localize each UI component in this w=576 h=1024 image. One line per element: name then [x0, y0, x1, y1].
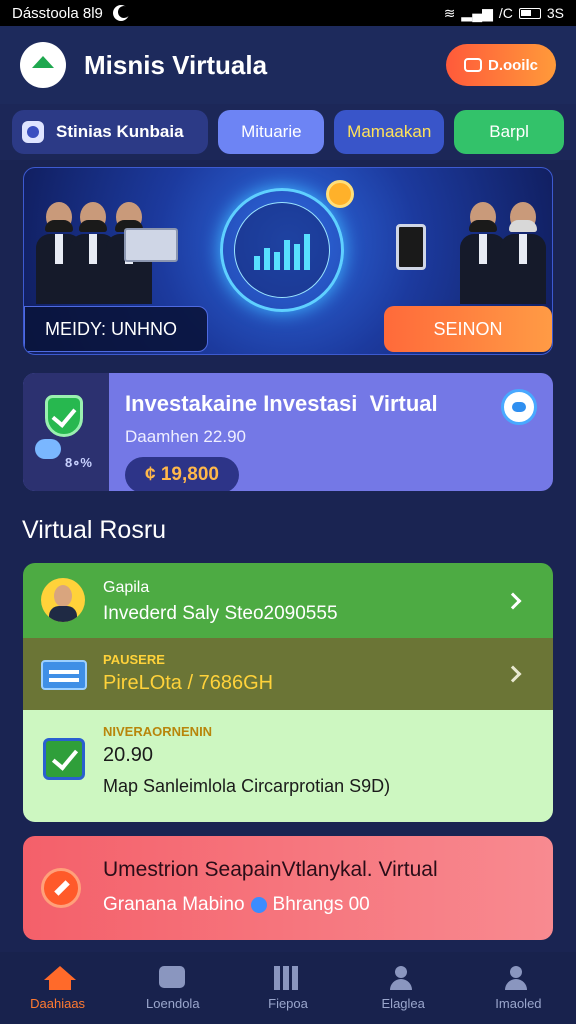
list-item-text: Map Sanleimlola Circarprotian S9D) — [103, 776, 391, 796]
laptop-icon — [124, 228, 178, 262]
investment-mini-text: 8∘% — [65, 455, 92, 470]
chart-icon — [22, 121, 44, 143]
alert-sub-b: Bhrangs 00 — [272, 894, 370, 915]
header-action-button[interactable]: D.ooilc — [446, 44, 556, 86]
tool-icon — [41, 868, 81, 908]
chevron-right-icon — [504, 665, 522, 683]
alert-title: Umestrion SeapainVtlanykal. Virtual — [103, 858, 438, 881]
nav-item-home[interactable]: Daahiaas — [0, 952, 115, 1024]
nav-item-imaoled[interactable]: Imaoled — [461, 952, 576, 1024]
hero-banner[interactable]: MEIDY: UNHNO SEINON — [23, 167, 553, 355]
business-person — [500, 202, 546, 304]
status-left: Dásstoola 8l9 — [12, 4, 130, 22]
alert-subtitle: Granana Mabino Bhrangs 00 — [103, 894, 370, 916]
app-header: Misnis Virtuala D.ooilc — [0, 26, 576, 104]
list-item[interactable]: PAUSERE PireLOta / 7686GH — [23, 638, 553, 710]
list-item-label: Gapila — [103, 579, 150, 596]
status-bar: Dásstoola 8l9 ≋ ▂▄▆ /C 3S — [0, 0, 576, 26]
wifi-icon: ≋ — [443, 4, 456, 21]
tablet-icon — [396, 224, 426, 270]
list-item-value: Invederd Saly Steo2090555 — [103, 603, 338, 624]
hand-icon — [35, 439, 61, 459]
globe-icon — [501, 389, 537, 425]
app-logo-icon — [20, 42, 66, 88]
alert-card[interactable]: Umestrion SeapainVtlanykal. Virtual Gran… — [23, 836, 553, 940]
section-title: Virtual Rosru — [22, 516, 167, 544]
moon-icon — [112, 5, 130, 21]
bar-chart-icon — [254, 230, 314, 270]
status-time: Dásstoola 8l9 — [12, 4, 103, 22]
list-item-label: PAUSERE — [103, 652, 165, 667]
avatar — [41, 578, 85, 622]
tab-label: Mamaakan — [347, 122, 432, 141]
nav-item-elaglea[interactable]: Elaglea — [346, 952, 461, 1024]
virtual-list: Gapila Invederd Saly Steo2090555 PAUSERE… — [23, 563, 553, 822]
pin-icon — [250, 897, 267, 913]
signal-icon: ▂▄▆ — [461, 4, 493, 21]
list-item-value: PireLOta / 7686GH — [103, 672, 274, 694]
wallet-icon — [463, 58, 482, 72]
list-item[interactable]: NIVERAORNENIN 20.90 Map Sanleimlola Circ… — [23, 710, 553, 822]
status-battery-text: 3S — [546, 5, 564, 21]
user-icon — [389, 965, 413, 990]
investment-card-icon-area: 8∘% — [23, 373, 109, 491]
tab-label: Stinias Kunbaia — [56, 122, 184, 141]
status-extra: /C — [498, 5, 513, 21]
nav-item-fiepoa[interactable]: Fiepoa — [230, 952, 345, 1024]
tab-mamaakan[interactable]: Mamaakan — [334, 110, 445, 154]
alert-sub-a: Granana Mabino — [103, 894, 245, 915]
banner-label: MEIDY: UNHNO — [24, 306, 208, 352]
app-title: Misnis Virtuala — [84, 49, 268, 80]
investment-amount[interactable]: ¢ 19,800 — [125, 457, 239, 491]
nav-label: Elaglea — [381, 995, 425, 1011]
bus-icon — [158, 965, 185, 988]
check-icon — [43, 738, 85, 780]
profile-icon — [504, 965, 528, 990]
header-action-label: D.ooilc — [487, 56, 538, 74]
nav-label: Loendola — [146, 995, 200, 1011]
nav-item-loendola[interactable]: Loendola — [115, 952, 230, 1024]
nav-label: Fiepoa — [268, 995, 308, 1011]
list-item[interactable]: Gapila Invederd Saly Steo2090555 — [23, 563, 553, 638]
home-icon — [43, 965, 76, 990]
nav-label: Daahiaas — [30, 995, 86, 1011]
list-item-value: 20.90 — [103, 744, 154, 766]
card-icon — [41, 660, 87, 690]
tab-stinias[interactable]: Stinias Kunbaia — [12, 110, 209, 154]
nav-label: Imaoled — [495, 995, 542, 1011]
tab-mituarie[interactable]: Mituarie — [218, 110, 325, 154]
battery-icon — [518, 7, 541, 19]
shield-check-icon — [45, 395, 83, 437]
list-item-label: NIVERAORNENIN — [103, 724, 213, 739]
tab-label: Barpl — [489, 122, 529, 141]
coin-icon — [326, 180, 354, 208]
status-right: ≋ ▂▄▆ /C 3S — [444, 5, 564, 22]
banner-button[interactable]: SEINON — [384, 306, 552, 352]
investment-title: Investakaine Investasi Virtual — [125, 391, 438, 416]
investment-card[interactable]: 8∘% Investakaine Investasi Virtual Daamh… — [23, 373, 553, 491]
tab-label: Mituarie — [241, 122, 302, 141]
investment-subtitle: Daamhen 22.90 — [125, 427, 246, 446]
category-tabs: Stinias Kunbaia Mituarie Mamaakan Barpl — [0, 104, 576, 160]
tab-barpl[interactable]: Barpl — [454, 110, 565, 154]
bottom-nav: Daahiaas Loendola Fiepoa Elaglea Imaoled — [0, 952, 576, 1024]
grid-icon — [274, 965, 298, 990]
chevron-right-icon — [504, 592, 522, 610]
